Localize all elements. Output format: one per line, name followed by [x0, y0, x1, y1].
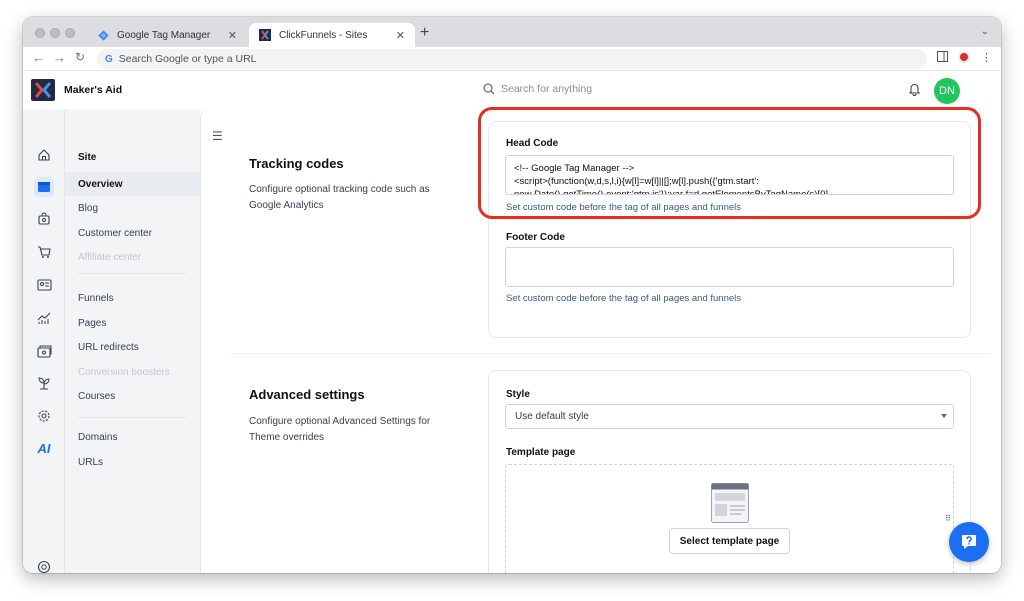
clickfunnels-logo[interactable] — [31, 79, 55, 101]
close-tab-icon[interactable]: ✕ — [396, 29, 405, 42]
back-arrow-icon[interactable]: ← — [32, 50, 45, 65]
chevron-down-icon[interactable]: ⌄ — [981, 26, 989, 37]
avatar[interactable]: DN — [934, 78, 960, 104]
menu-toggle-icon[interactable]: ☰ — [212, 129, 223, 143]
footer-code-help: Set custom code before the tag of all pa… — [506, 293, 742, 304]
tab-strip: Google Tag Manager ✕ ClickFunnels - Site… — [23, 17, 1001, 47]
template-page-icon — [711, 483, 749, 523]
new-tab-icon[interactable]: + — [420, 24, 429, 42]
style-select-value: Use default style — [515, 411, 589, 422]
head-code-label: Head Code — [506, 138, 559, 149]
subnav-item-conversion-boosters: Conversion boosters — [78, 366, 170, 378]
style-select[interactable]: Use default style — [505, 404, 954, 429]
forward-arrow-icon[interactable]: → — [53, 50, 66, 65]
tab-clickfunnels-sites[interactable]: ClickFunnels - Sites ✕ — [249, 23, 415, 47]
zoom-window-button[interactable] — [65, 28, 75, 38]
close-tab-icon[interactable]: ✕ — [228, 29, 237, 42]
home-icon[interactable] — [34, 145, 54, 165]
address-placeholder: Search Google or type a URL — [118, 53, 257, 65]
workspace-name[interactable]: Maker's Aid — [64, 84, 122, 96]
subnav-item-customer-center[interactable]: Customer center — [65, 221, 200, 245]
head-code-help: Set custom code before the tag of all pa… — [506, 202, 742, 213]
subnav-item-overview[interactable]: Overview — [65, 172, 200, 196]
ai-icon[interactable]: AI — [34, 438, 54, 458]
global-search[interactable]: Search for anything — [483, 83, 592, 95]
browser-window: Google Tag Manager ✕ ClickFunnels - Site… — [23, 17, 1001, 573]
search-icon — [483, 83, 495, 95]
address-bar[interactable]: G Search Google or type a URL — [97, 49, 927, 69]
subnav-item-pages[interactable]: Pages — [65, 311, 200, 335]
google-tag-manager-icon — [97, 29, 109, 41]
divider — [78, 417, 186, 418]
app-header: Maker's Aid Search for anything DN — [23, 71, 1001, 109]
automation-icon[interactable] — [34, 373, 54, 393]
tab-google-tag-manager[interactable]: Google Tag Manager ✕ — [87, 23, 247, 47]
site-subnav: Site Overview Blog Customer center Affil… — [65, 109, 200, 573]
clickfunnels-icon — [259, 29, 271, 41]
chevron-down-icon — [941, 414, 947, 418]
browser-toolbar: ← → ↻ G Search Google or type a URL ⋮ — [23, 47, 1001, 71]
close-window-button[interactable] — [35, 28, 45, 38]
subnav-item-urls[interactable]: URLs — [65, 450, 200, 474]
subnav-item-domains[interactable]: Domains — [65, 425, 200, 449]
style-label: Style — [506, 389, 530, 400]
contacts-icon[interactable] — [34, 275, 54, 295]
tab-title: ClickFunnels - Sites — [279, 29, 368, 41]
payments-icon[interactable] — [34, 341, 54, 361]
select-template-page-button[interactable]: Select template page — [669, 528, 790, 554]
tracking-codes-description: Configure optional tracking code such as… — [249, 184, 430, 211]
search-placeholder: Search for anything — [501, 83, 593, 95]
section-divider — [231, 353, 991, 354]
footer-code-label: Footer Code — [506, 232, 565, 243]
subnav-heading: Site — [78, 151, 97, 163]
minimize-window-button[interactable] — [50, 28, 60, 38]
analytics-icon[interactable] — [34, 308, 54, 328]
tracking-codes-title: Tracking codes — [249, 156, 344, 171]
advanced-settings-card: Style Use default style Template page Se… — [488, 370, 971, 573]
google-icon: G — [105, 53, 113, 65]
grip-icon: ⠿ — [945, 514, 951, 523]
reload-icon[interactable]: ↻ — [75, 50, 85, 64]
template-dropzone[interactable]: Select template page — [505, 464, 954, 573]
settings-icon[interactable] — [34, 406, 54, 426]
cart-icon[interactable] — [34, 242, 54, 262]
sites-icon[interactable] — [34, 177, 54, 197]
side-panel-icon[interactable] — [937, 51, 948, 65]
subnav-item-affiliate-center: Affiliate center — [78, 251, 142, 263]
subnav-item-funnels[interactable]: Funnels — [65, 286, 200, 310]
tab-title: Google Tag Manager — [117, 29, 211, 41]
divider — [78, 273, 186, 274]
head-code-textarea[interactable]: <!-- Google Tag Manager --> <script>(fun… — [505, 155, 954, 195]
footer-code-textarea[interactable] — [505, 247, 954, 287]
help-chat-button[interactable] — [949, 522, 989, 562]
store-icon[interactable] — [34, 209, 54, 229]
browser-menu-icon[interactable]: ⋮ — [981, 51, 992, 64]
tracking-codes-card: Head Code <!-- Google Tag Manager --> <s… — [488, 121, 971, 338]
subnav-item-blog[interactable]: Blog — [65, 196, 200, 220]
template-page-label: Template page — [506, 447, 576, 458]
chat-help-icon — [962, 535, 976, 549]
help-circle-icon[interactable] — [34, 557, 54, 573]
extension-icon[interactable] — [957, 50, 971, 67]
notification-bell-icon[interactable] — [908, 82, 921, 101]
icon-rail: AI — [23, 109, 65, 573]
main-content: ☰ Tracking codes Configure optional trac… — [200, 109, 1001, 573]
subnav-item-courses[interactable]: Courses — [65, 384, 200, 408]
subnav-item-url-redirects[interactable]: URL redirects — [65, 335, 200, 359]
advanced-settings-description: Configure optional Advanced Settings for… — [249, 416, 431, 443]
advanced-settings-title: Advanced settings — [249, 387, 365, 402]
